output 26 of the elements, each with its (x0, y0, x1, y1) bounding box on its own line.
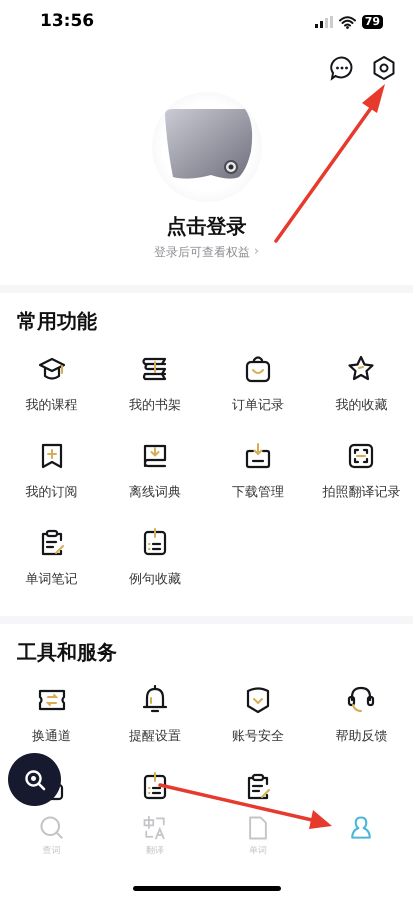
feature-label[interactable]: 换通道 (32, 728, 72, 746)
login-title[interactable]: 点击登录 (166, 212, 246, 240)
feature-label[interactable]: 帮助反馈 (335, 728, 388, 746)
feature-label[interactable]: 我的课程 (26, 397, 78, 415)
feature-label[interactable]: 例句收藏 (128, 571, 181, 589)
feature-label[interactable]: 我的书架 (128, 397, 181, 415)
status-time: 13:56 (40, 10, 94, 34)
feature-label[interactable]: 我的订阅 (26, 484, 78, 502)
wifi-icon (338, 16, 356, 28)
message-icon[interactable] (329, 55, 355, 81)
chevron-icon: › (254, 242, 260, 262)
search-icon (24, 768, 46, 790)
section-title: 常用功能 (16, 308, 98, 335)
feature-label[interactable]: 提醒设置 (128, 728, 181, 746)
battery-level: 79 (362, 15, 383, 29)
settings-icon[interactable] (371, 55, 397, 81)
feature-label[interactable]: 订单记录 (232, 397, 284, 415)
feature-label[interactable]: 我的收藏 (335, 397, 388, 415)
feature-label[interactable]: 单词笔记 (26, 571, 78, 589)
feature-label[interactable]: 账号安全 (232, 728, 284, 746)
signal-icon (314, 16, 333, 28)
floating-search-button[interactable] (8, 753, 61, 806)
feature-label[interactable]: 下载管理 (232, 484, 284, 502)
feature-label[interactable]: 离线词典 (128, 484, 181, 502)
feature-label[interactable]: 拍照翻译记录 (322, 484, 400, 502)
section-title: 工具和服务 (16, 639, 118, 666)
